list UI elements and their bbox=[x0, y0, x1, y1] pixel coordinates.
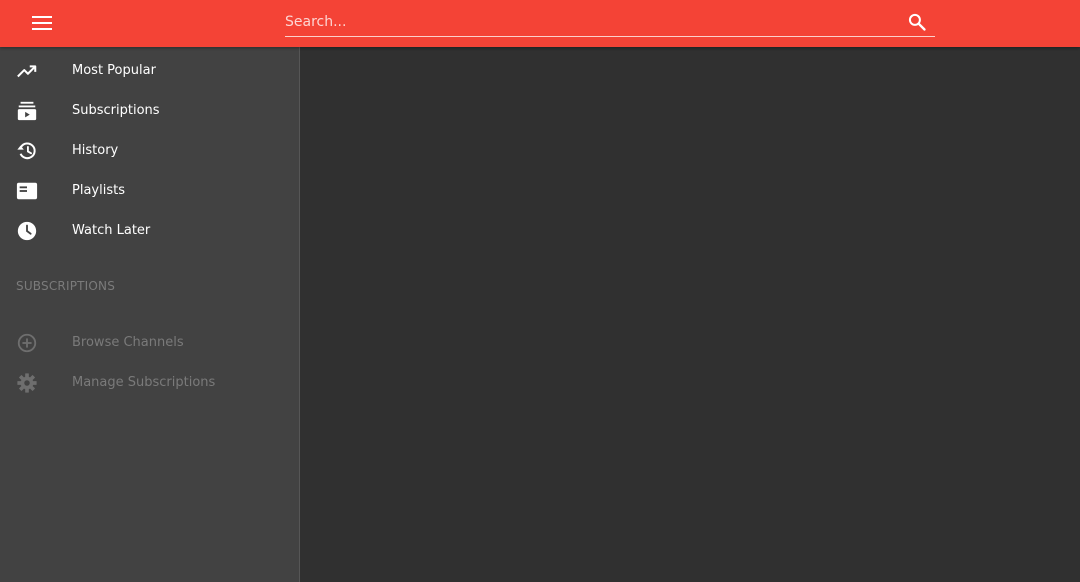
add-circle-icon bbox=[15, 331, 39, 355]
hamburger-menu-icon bbox=[32, 16, 52, 30]
sidebar-item-playlists[interactable]: Playlists bbox=[0, 171, 299, 211]
sidebar-item-most-popular[interactable]: Most Popular bbox=[0, 51, 299, 91]
sidebar-item-label: Subscriptions bbox=[72, 103, 160, 118]
sidebar-item-label: Manage Subscriptions bbox=[72, 375, 216, 390]
subscriptions-section-header: SUBSCRIPTIONS bbox=[16, 279, 116, 293]
search-icon bbox=[908, 13, 926, 31]
sidebar-item-watch-later[interactable]: Watch Later bbox=[0, 211, 299, 251]
sidebar-item-subscriptions[interactable]: Subscriptions bbox=[0, 91, 299, 131]
search-button[interactable] bbox=[905, 10, 929, 34]
sidebar-item-label: Browse Channels bbox=[72, 335, 184, 350]
menu-button[interactable] bbox=[24, 9, 60, 37]
main-content-area bbox=[300, 47, 1080, 582]
history-icon bbox=[15, 139, 39, 163]
sidebar-item-history[interactable]: History bbox=[0, 131, 299, 171]
sidebar: Most Popular Subscriptions History Playl… bbox=[0, 47, 300, 582]
search-bar bbox=[285, 8, 935, 37]
app-window: Most Popular Subscriptions bbox=[0, 0, 1080, 582]
clock-icon bbox=[15, 219, 39, 243]
sidebar-item-label: Playlists bbox=[72, 183, 125, 198]
top-toolbar bbox=[0, 0, 1080, 47]
sidebar-item-manage-subscriptions[interactable]: Manage Subscriptions bbox=[0, 363, 299, 403]
sidebar-item-label: Most Popular bbox=[72, 63, 156, 78]
sidebar-item-browse-channels[interactable]: Browse Channels bbox=[0, 323, 299, 363]
sidebar-item-label: Watch Later bbox=[72, 223, 151, 238]
search-input[interactable] bbox=[285, 8, 895, 36]
gear-icon bbox=[15, 371, 39, 395]
subscriptions-icon bbox=[15, 99, 39, 123]
sidebar-item-label: History bbox=[72, 143, 119, 158]
playlist-icon bbox=[15, 179, 39, 203]
trending-up-icon bbox=[15, 59, 39, 83]
